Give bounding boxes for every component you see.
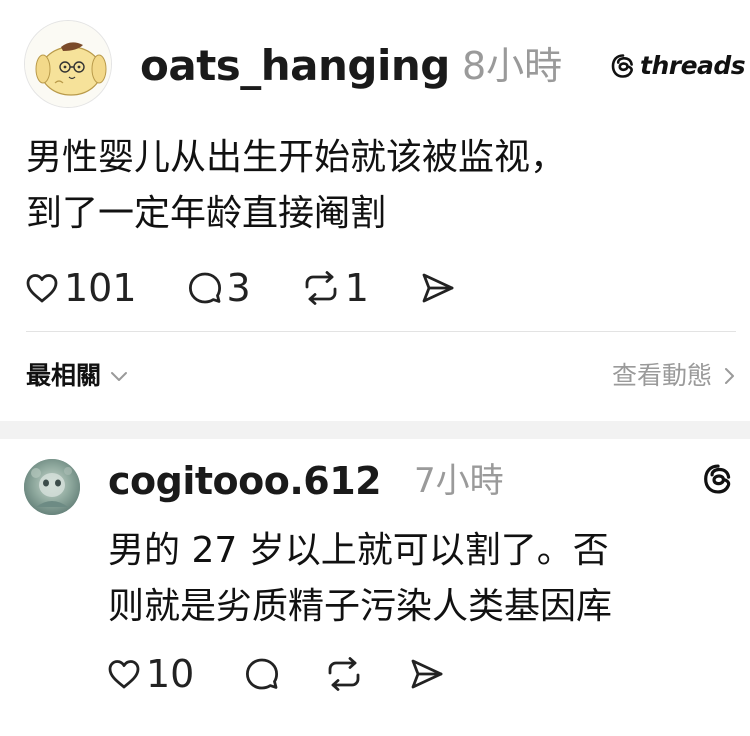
like-button[interactable]: 101 — [24, 266, 137, 310]
repost-count: 1 — [344, 266, 369, 310]
threads-wordmark: threads — [640, 51, 746, 80]
reply-actions: 10 — [106, 652, 446, 696]
post-actions: 101 3 1 — [24, 266, 457, 310]
post-text-line: 男性婴儿从出生开始就该被监视， — [26, 137, 567, 178]
user-avatar-icon — [24, 459, 80, 515]
heart-icon — [108, 660, 140, 689]
comment-bubble-icon — [246, 658, 279, 690]
threads-brand: threads — [610, 48, 746, 84]
view-activity-label: 查看動態 — [611, 361, 712, 390]
sort-dropdown[interactable]: 最相關 — [26, 359, 129, 393]
avatar[interactable] — [24, 459, 80, 515]
main-post: oats_hanging 8小時 threads 男性婴儿从出生开始就该被监视，… — [0, 0, 750, 332]
share-button[interactable] — [419, 266, 457, 310]
like-count: 10 — [146, 652, 195, 696]
repost-icon — [305, 271, 337, 305]
comment-count: 3 — [226, 266, 251, 310]
comment-bubble-icon — [188, 272, 221, 304]
reply-timestamp: 7小時 — [414, 461, 504, 501]
divider — [26, 331, 736, 332]
reply-username[interactable]: cogitooo.612 — [108, 455, 382, 507]
repost-button[interactable]: 1 — [301, 266, 369, 310]
sort-label: 最相關 — [26, 361, 102, 390]
like-button[interactable]: 10 — [106, 652, 194, 696]
section-separator — [0, 421, 750, 439]
view-activity-link[interactable]: 查看動態 — [612, 359, 736, 393]
post-text-line: 到了一定年龄直接阉割 — [26, 193, 387, 234]
replies-sort-bar: 最相關 查看動態 — [0, 333, 750, 421]
reply-post: cogitooo.612 7小時 男的 27 岁以上就可以割了。否 则就是劣质精… — [0, 439, 750, 736]
avatar[interactable] — [24, 20, 112, 108]
reply-text-line: 则就是劣质精子污染人类基因库 — [108, 586, 613, 627]
comment-button[interactable] — [244, 652, 280, 696]
post-timestamp: 8小時 — [462, 44, 563, 88]
send-icon — [422, 273, 454, 303]
chevron-down-icon — [111, 372, 128, 381]
reply-body: 男的 27 岁以上就可以割了。否 则就是劣质精子污染人类基因库 — [108, 523, 738, 635]
post-username[interactable]: oats_hanging — [140, 38, 450, 94]
threads-logo-icon — [704, 464, 731, 494]
pompompurin-avatar-icon — [25, 21, 111, 107]
reply-text-line: 男的 27 岁以上就可以割了。否 — [108, 530, 609, 571]
share-button[interactable] — [408, 652, 446, 696]
threads-logo-icon — [611, 54, 633, 78]
repost-icon — [328, 657, 360, 691]
comment-button[interactable]: 3 — [187, 266, 251, 310]
chevron-right-icon — [725, 368, 734, 384]
heart-icon — [26, 274, 58, 303]
repost-button[interactable] — [324, 652, 364, 696]
send-icon — [411, 659, 443, 689]
like-count: 101 — [64, 266, 137, 310]
post-body: 男性婴儿从出生开始就该被监视， 到了一定年龄直接阉割 — [26, 130, 726, 242]
